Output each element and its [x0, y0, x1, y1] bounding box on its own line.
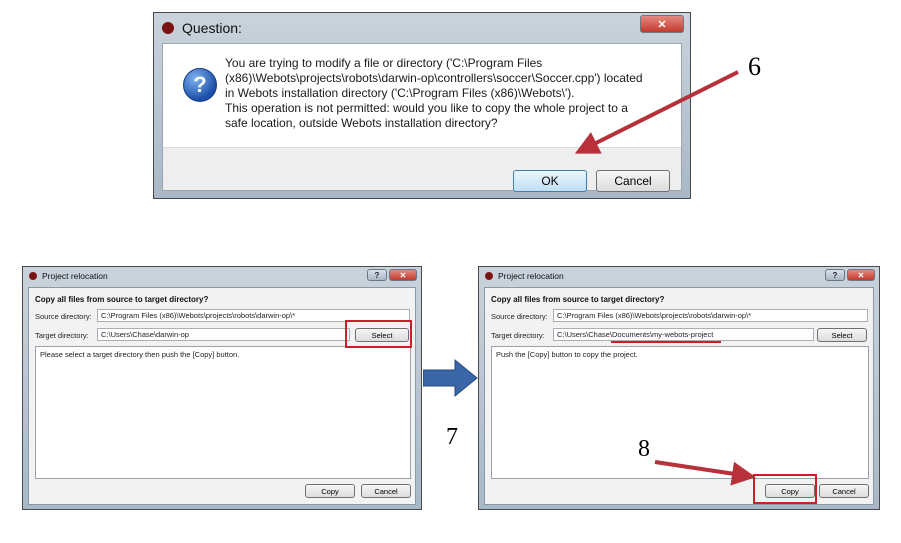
message-line: You are trying to modify a file or direc… — [225, 56, 543, 70]
question-titlebar: Question: — [154, 13, 690, 43]
target-field[interactable]: C:\Users\Chase\Documents\my-webots-proje… — [553, 328, 814, 341]
relocation-heading: Copy all files from source to target dir… — [491, 295, 665, 304]
close-button[interactable]: ✕ — [640, 15, 684, 33]
message-line: (x86)\Webots\projects\robots\darwin-op\c… — [225, 71, 643, 85]
target-label: Target directory: — [491, 331, 545, 340]
relocation-dialog-before: Project relocation ? ✕ Copy all files fr… — [22, 266, 422, 510]
message-line: safe location, outside Webots installati… — [225, 116, 498, 130]
copy-highlight-box — [753, 474, 817, 504]
close-button[interactable]: ✕ — [389, 269, 417, 281]
message-line: This operation is not permitted: would y… — [225, 101, 628, 115]
cancel-button[interactable]: Cancel — [596, 170, 670, 192]
relocation-titlebar: Project relocation — [479, 267, 879, 285]
step-6-label: 6 — [748, 52, 761, 81]
info-textarea: Push the [Copy] button to copy the proje… — [491, 346, 869, 479]
relocation-body: Copy all files from source to target dir… — [484, 287, 874, 505]
step-7-label: 7 — [446, 424, 458, 450]
cancel-button[interactable]: Cancel — [819, 484, 869, 498]
help-button[interactable]: ? — [367, 269, 387, 281]
question-dialog: Question: ✕ ? You are trying to modify a… — [153, 12, 691, 199]
relocation-title: Project relocation — [498, 271, 564, 281]
cancel-button[interactable]: Cancel — [361, 484, 411, 498]
help-button[interactable]: ? — [825, 269, 845, 281]
copy-button[interactable]: Copy — [305, 484, 355, 498]
info-text: Please select a target directory then pu… — [40, 350, 240, 359]
question-title: Question: — [182, 20, 242, 36]
webots-bug-icon — [162, 22, 174, 34]
webots-bug-icon — [485, 272, 493, 280]
relocation-title: Project relocation — [42, 271, 108, 281]
relocation-dialog-after: Project relocation ? ✕ Copy all files fr… — [478, 266, 880, 510]
question-message: You are trying to modify a file or direc… — [225, 56, 675, 131]
select-button[interactable]: Select — [817, 328, 867, 342]
relocation-titlebar: Project relocation — [23, 267, 421, 285]
info-textarea: Please select a target directory then pu… — [35, 346, 411, 479]
ok-button[interactable]: OK — [513, 170, 587, 192]
close-button[interactable]: ✕ — [847, 269, 875, 281]
target-label: Target directory: — [35, 331, 89, 340]
question-icon: ? — [183, 68, 217, 102]
webots-bug-icon — [29, 272, 37, 280]
source-field[interactable]: C:\Program Files (x86)\Webots\projects\r… — [553, 309, 868, 322]
flow-arrow — [423, 358, 478, 398]
question-body: ? You are trying to modify a file or dir… — [162, 43, 682, 192]
message-line: in Webots installation directory ('C:\Pr… — [225, 86, 575, 100]
info-text: Push the [Copy] button to copy the proje… — [496, 350, 638, 359]
select-highlight-box — [345, 320, 412, 348]
source-label: Source directory: — [35, 312, 92, 321]
relocation-heading: Copy all files from source to target dir… — [35, 295, 209, 304]
step-8-label: 8 — [638, 436, 650, 462]
target-field[interactable]: C:\Users\Chase\darwin-op — [97, 328, 350, 341]
source-label: Source directory: — [491, 312, 548, 321]
target-path-underline — [611, 341, 721, 343]
